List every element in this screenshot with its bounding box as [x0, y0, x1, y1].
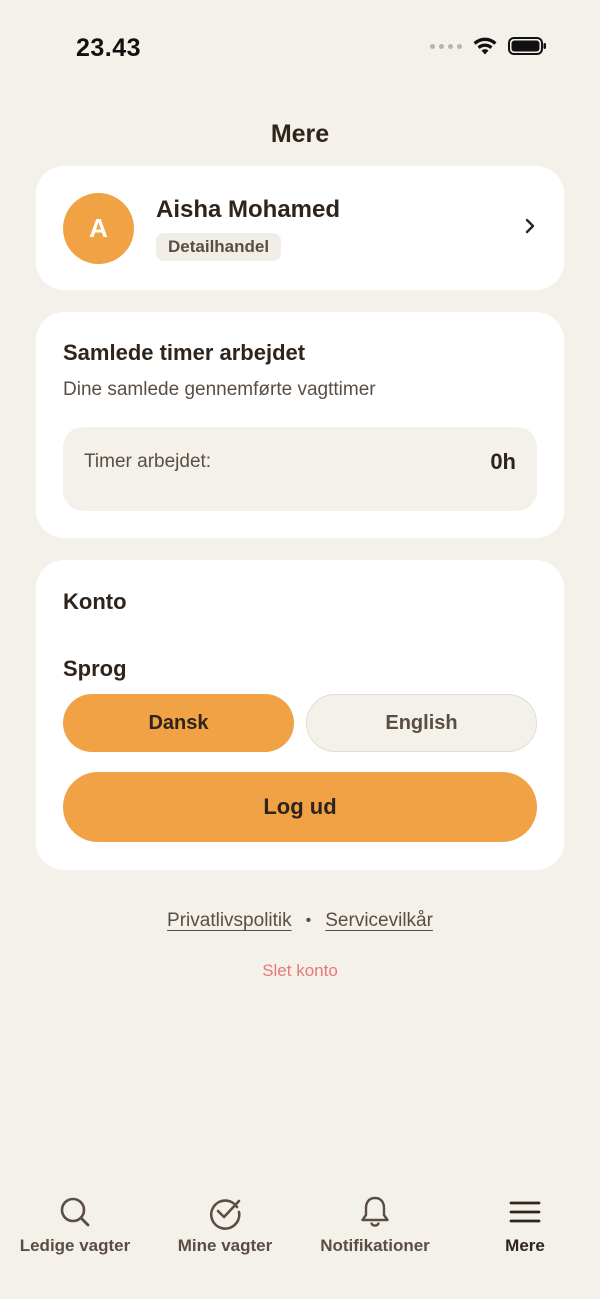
- footer-separator: •: [305, 912, 312, 929]
- bell-icon: [361, 1196, 389, 1227]
- privacy-policy-link[interactable]: Privatlivspolitik: [167, 910, 292, 932]
- hours-worked-card: Samlede timer arbejdet Dine samlede genn…: [36, 312, 564, 538]
- status-time: 23.43: [76, 34, 142, 62]
- search-icon: [60, 1197, 90, 1227]
- check-circle-icon: [209, 1199, 241, 1230]
- tab-notifications[interactable]: Notifikationer: [300, 1194, 450, 1256]
- hours-card-subtitle: Dine samlede gennemførte vagttimer: [63, 379, 376, 400]
- battery-icon: [508, 37, 546, 55]
- hours-label: Timer arbejdet:: [84, 451, 212, 472]
- tab-more[interactable]: Mere: [450, 1194, 600, 1256]
- hours-value: 0h: [490, 449, 516, 474]
- delete-account-link[interactable]: Slet konto: [0, 961, 600, 981]
- profile-category-badge: Detailhandel: [156, 233, 282, 261]
- wifi-icon: [473, 37, 497, 55]
- hours-summary-box: Timer arbejdet: 0h: [63, 427, 537, 511]
- page-title: Mere: [270, 120, 330, 148]
- profile-card[interactable]: A Aisha Mohamed Detailhandel: [36, 166, 564, 290]
- chevron-right-icon: [525, 218, 535, 234]
- hours-card-title: Samlede timer arbejdet: [63, 340, 306, 365]
- tab-label: Notifikationer: [320, 1236, 430, 1255]
- language-danish-button[interactable]: Dansk: [63, 694, 294, 752]
- avatar: A: [63, 193, 134, 264]
- account-title: Konto: [63, 589, 127, 614]
- tab-my-shifts[interactable]: Mine vagter: [150, 1194, 300, 1256]
- profile-name: Aisha Mohamed: [156, 196, 341, 223]
- status-bar: 23.43: [0, 0, 600, 96]
- tab-bar: Ledige vagter Mine vagter Notifikationer…: [0, 1180, 600, 1299]
- tab-label: Mine vagter: [177, 1236, 273, 1255]
- tab-label: Ledige vagter: [19, 1236, 131, 1255]
- footer-links: Privatlivspolitik • Servicevilkår: [0, 910, 600, 932]
- account-card: Konto Sprog Dansk English Log ud: [36, 560, 564, 870]
- status-icons: [430, 36, 548, 56]
- tab-label: Mere: [505, 1236, 545, 1255]
- logout-button[interactable]: Log ud: [63, 772, 537, 842]
- cellular-signal-icon: [430, 43, 462, 49]
- tab-available-shifts[interactable]: Ledige vagter: [0, 1194, 150, 1256]
- language-title: Sprog: [63, 656, 127, 681]
- terms-of-service-link[interactable]: Servicevilkår: [325, 910, 433, 932]
- language-english-button[interactable]: English: [306, 694, 537, 752]
- menu-icon: [509, 1201, 541, 1223]
